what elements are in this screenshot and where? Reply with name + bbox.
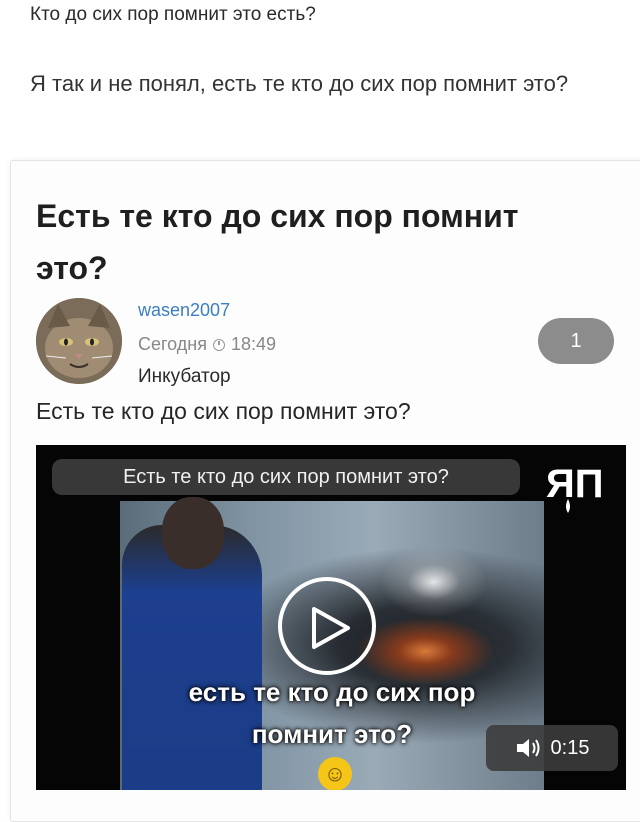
video-duration: 0:15 (550, 736, 590, 759)
video-subtitle: есть те кто до сих пор помнит это? (188, 677, 476, 749)
volume-duration-control[interactable]: 0:15 (486, 725, 618, 771)
video-person-head (162, 497, 224, 569)
play-button[interactable] (278, 577, 376, 675)
post-time: 18:49 (231, 334, 277, 354)
clock-icon (213, 338, 225, 351)
embedded-post-title[interactable]: Есть те кто до сих пор помнит это? (36, 190, 596, 294)
embedded-post-text: Есть те кто до сих пор помнит это? (36, 398, 411, 424)
post-category[interactable]: Инкубатор (138, 366, 231, 388)
volume-icon[interactable] (515, 737, 541, 759)
play-icon (312, 607, 350, 649)
post-date: Сегодня (138, 334, 207, 354)
post-title: Кто до сих пор помнит это есть? (30, 4, 316, 25)
post-meta: Сегодня 18:49 (138, 334, 276, 355)
post-body: Я так и не понял, есть те кто до сих пор… (30, 71, 569, 96)
svg-text:ЯП: ЯП (546, 462, 604, 506)
video-player[interactable]: Есть те кто до сих пор помнит это? ЯП ес… (36, 445, 626, 790)
yap-logo-icon: ЯП (546, 462, 604, 513)
cat-avatar-image (36, 298, 122, 384)
avatar[interactable] (36, 298, 122, 384)
author-link[interactable]: wasen2007 (138, 300, 230, 321)
laughing-emoji-icon: ☺ (318, 757, 352, 790)
video-caption: Есть те кто до сих пор помнит это? (52, 459, 520, 495)
comment-count-badge[interactable]: 1 (538, 318, 614, 364)
